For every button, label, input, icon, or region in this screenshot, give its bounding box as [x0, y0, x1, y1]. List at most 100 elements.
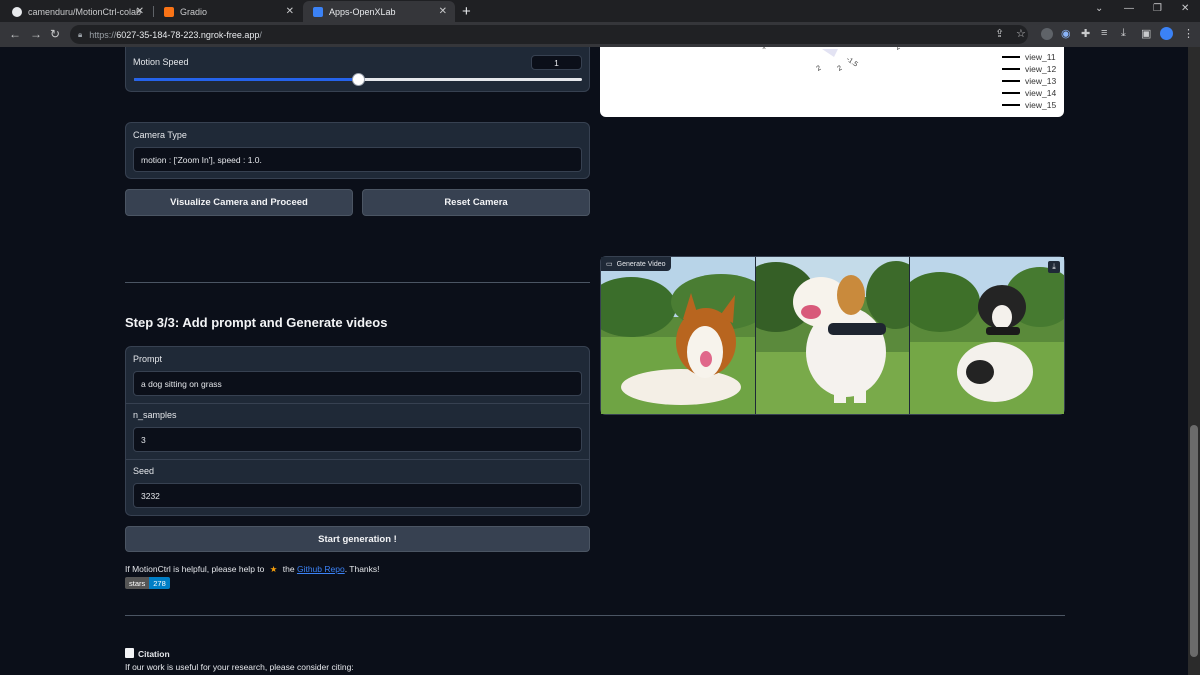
visualize-camera-button[interactable]: Visualize Camera and Proceed [125, 189, 353, 216]
motion-speed-panel: Motion Speed 1 [125, 47, 590, 92]
camera-plot: × 2 2 -1.5 -1 2 [600, 47, 1064, 117]
citation-text: If our work is useful for your research,… [125, 662, 354, 672]
close-icon[interactable]: ✕ [286, 6, 294, 17]
legend-item-view-12: view_12 [1002, 64, 1056, 74]
profile-avatar[interactable] [1160, 27, 1173, 40]
motion-speed-slider[interactable] [134, 73, 582, 86]
help-the: the [282, 564, 295, 574]
restore-button[interactable]: ❐ [1153, 3, 1162, 14]
badge-label: stars [125, 577, 150, 589]
slider-thumb[interactable] [352, 73, 365, 86]
browser-tab-strip: camenduru/MotionCtrl-colab ✕ Gradio ✕ Ap… [0, 0, 1200, 22]
generated-video-frame-1[interactable] [601, 257, 755, 414]
legend-label: view_13 [1025, 76, 1057, 86]
legend-label: view_14 [1025, 88, 1057, 98]
seed-input[interactable]: 3232 [133, 483, 582, 508]
tab-search-icon[interactable]: ⌄ [1095, 3, 1103, 14]
tab-openxlab[interactable]: Apps-OpenXLab ✕ [303, 1, 455, 22]
legend-label: view_11 [1025, 52, 1056, 62]
plot-tick: -1.5 [845, 56, 859, 69]
star-icon: ★ [269, 564, 278, 574]
legend-item-view-14: view_14 [1002, 88, 1056, 98]
prompt-textbox[interactable]: a dog sitting on grass [133, 371, 582, 396]
extension-badge-icon[interactable] [1041, 28, 1053, 40]
start-generation-button[interactable]: Start generation ! [125, 526, 590, 552]
seed-label: Seed [133, 466, 155, 476]
legend-line [1002, 92, 1020, 94]
extensions-puzzle-icon[interactable]: ✚ [1081, 27, 1090, 40]
url-scheme: https:// [89, 29, 117, 40]
prompt-label: Prompt [133, 354, 163, 364]
tab-motionctrl-colab[interactable]: camenduru/MotionCtrl-colab ✕ [2, 1, 152, 22]
plot-tick: 2 [837, 65, 844, 73]
share-icon[interactable]: ⇪ [995, 27, 1004, 40]
forward-arrow-icon[interactable]: → [30, 27, 42, 41]
github-icon [12, 6, 22, 17]
reset-camera-button[interactable]: Reset Camera [362, 189, 590, 216]
dog-image-3 [910, 257, 1064, 414]
camera-type-label: Camera Type [133, 130, 187, 140]
tab-gradio[interactable]: Gradio ✕ [154, 1, 302, 22]
tab-title: Gradio [180, 6, 208, 17]
back-arrow-icon[interactable]: ← [9, 27, 21, 41]
field-divider [126, 403, 589, 404]
prompt-settings-panel: Prompt a dog sitting on grass n_samples … [125, 346, 590, 516]
generated-video-frame-3[interactable] [910, 257, 1064, 414]
n-samples-input[interactable]: 3 [133, 427, 582, 452]
dog-image-1 [601, 257, 755, 414]
scrollbar-thumb[interactable] [1190, 425, 1198, 657]
legend-line [1002, 56, 1020, 58]
address-bar[interactable]: 🔒︎ https:// 6027-35-184-78-223.ngrok-fre… [70, 25, 1028, 44]
close-icon[interactable]: ✕ [136, 6, 144, 17]
video-camera-icon: ▭ [606, 261, 613, 268]
legend-item-view-15: view_15 [1002, 100, 1056, 110]
camera-frustum [822, 49, 838, 57]
legend-line [1002, 80, 1020, 82]
plot-tick: 2 [895, 47, 902, 52]
tab-title: Apps-OpenXLab [329, 6, 396, 17]
help-text: If MotionCtrl is helpful, please help to… [125, 564, 380, 575]
github-stars-badge[interactable]: stars 278 [125, 577, 170, 589]
new-tab-button[interactable]: + [462, 3, 471, 20]
download-icon[interactable]: ⤓ [1048, 261, 1060, 273]
camera-type-panel: Camera Type motion : ['Zoom In'], speed … [125, 122, 590, 179]
field-divider [126, 459, 589, 460]
gradio-icon [164, 6, 174, 17]
dog-image-2 [756, 257, 909, 414]
menu-kebab-icon[interactable]: ⋮ [1183, 27, 1194, 40]
page-scrollbar[interactable] [1188, 47, 1200, 675]
legend-item-view-11: view_11 [1002, 52, 1056, 62]
audio-icon[interactable]: ◉ [1061, 27, 1071, 40]
legend-item-view-13: view_13 [1002, 76, 1056, 86]
camera-type-textbox[interactable]: motion : ['Zoom In'], speed : 1.0. [133, 147, 582, 172]
generated-video-frame-2[interactable] [756, 257, 909, 414]
tab-title: camenduru/MotionCtrl-colab [28, 6, 142, 17]
side-panel-icon[interactable]: ▣ [1141, 27, 1151, 40]
playlist-icon[interactable]: ≡ [1101, 27, 1107, 39]
plot-tick: -1 [874, 47, 880, 49]
url-path: / [259, 29, 262, 40]
motion-speed-label: Motion Speed [133, 57, 189, 67]
download-icon[interactable]: ⤓ [1121, 27, 1126, 40]
github-repo-link[interactable]: Github Repo [297, 564, 345, 574]
slider-fill [134, 78, 358, 81]
bookmark-star-icon[interactable]: ☆ [1016, 27, 1026, 40]
browser-toolbar: ← → ↻ 🔒︎ https:// 6027-35-184-78-223.ngr… [0, 22, 1200, 47]
legend-line [1002, 68, 1020, 70]
camera-trajectory-plot: × 2 2 -1.5 -1 2 [762, 47, 902, 73]
lock-icon: 🔒︎ [78, 29, 83, 39]
legend-line [1002, 104, 1020, 106]
n-samples-label: n_samples [133, 410, 177, 420]
citation-title: Citation [138, 649, 170, 659]
memo-icon [125, 648, 134, 658]
close-icon[interactable]: ✕ [439, 6, 447, 17]
minimize-button[interactable]: — [1124, 3, 1134, 14]
step-3-heading: Step 3/3: Add prompt and Generate videos [125, 315, 388, 330]
section-divider [125, 282, 590, 283]
legend-label: view_15 [1025, 100, 1057, 110]
motion-speed-number-input[interactable]: 1 [531, 55, 582, 70]
close-window-button[interactable]: ✕ [1181, 3, 1189, 14]
video-label: Generate Video [616, 260, 666, 268]
reload-icon[interactable]: ↻ [50, 27, 60, 41]
citation-heading: Citation [125, 648, 170, 659]
